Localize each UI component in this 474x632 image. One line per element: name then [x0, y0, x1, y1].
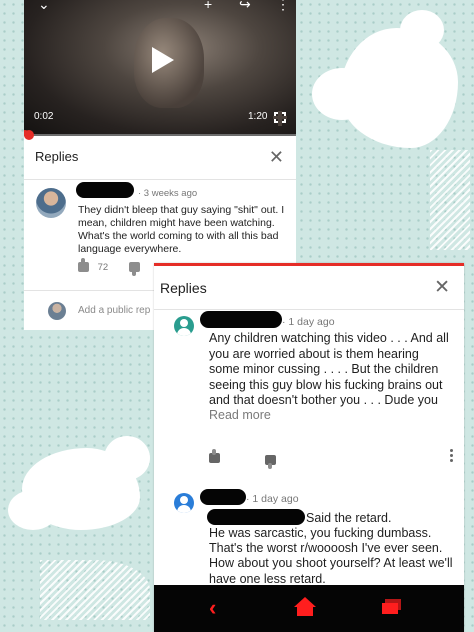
fullscreen-icon[interactable]	[273, 111, 287, 126]
read-more-link[interactable]: Read more	[209, 408, 271, 422]
thumbs-up-icon[interactable]	[78, 258, 89, 273]
avatar[interactable]	[36, 188, 66, 218]
redacted-username	[76, 182, 134, 198]
avatar[interactable]	[174, 316, 194, 336]
comment-actions: 72	[78, 258, 140, 277]
avatar[interactable]	[174, 493, 194, 513]
background-blob	[312, 10, 458, 148]
comment-timestamp: · 3 weeks ago	[138, 188, 198, 199]
reply-timestamp: · 1 day ago	[246, 493, 299, 505]
avatar	[48, 302, 66, 320]
reply-text-first-line: Said the retard.	[306, 511, 392, 525]
reply-timestamp: · 1 day ago	[282, 316, 335, 328]
progress-scrubber-edge	[24, 130, 34, 140]
like-count: 72	[97, 262, 109, 273]
thumbs-down-icon[interactable]	[128, 262, 140, 277]
screenshot-2: Replies ✕ · 1 day ago Any children watch…	[154, 263, 464, 632]
chevron-down-icon[interactable]: ⌄	[38, 0, 50, 13]
replies-title: Replies	[35, 149, 79, 164]
reply-text: He was sarcastic, you fucking dumbass. T…	[209, 526, 453, 586]
thumbs-down-icon[interactable]	[265, 455, 276, 469]
home-icon[interactable]	[294, 597, 316, 617]
close-icon[interactable]: ✕	[269, 148, 284, 166]
duration: 1:20	[248, 111, 268, 122]
add-to-queue-icon[interactable]: +	[204, 0, 212, 12]
back-icon[interactable]: ‹	[209, 595, 216, 621]
recent-apps-icon[interactable]	[382, 599, 402, 615]
video-player[interactable]: ⌄ + ↪ ⋮ 0:02 1:20	[24, 0, 296, 140]
elapsed-time: 0:02	[34, 111, 54, 122]
replies-header: Replies ✕	[154, 266, 464, 310]
reply-actions	[209, 449, 454, 469]
play-icon[interactable]	[152, 47, 174, 73]
close-icon[interactable]: ✕	[434, 278, 450, 297]
redacted-username	[200, 489, 246, 505]
more-icon[interactable]	[450, 449, 454, 464]
add-reply-input[interactable]: Add a public rep	[78, 305, 150, 316]
thumbs-up-icon[interactable]	[209, 449, 220, 463]
redacted-mention	[207, 509, 305, 525]
reply-text: Any children watching this video . . . A…	[209, 331, 449, 407]
background-hatch	[430, 150, 470, 250]
replies-title: Replies	[160, 280, 207, 296]
background-hatch	[40, 560, 150, 620]
comment-text: They didn't bleep that guy saying "shit"…	[78, 204, 285, 255]
redacted-username	[200, 311, 282, 328]
background-blob	[8, 436, 150, 530]
share-icon[interactable]: ↪	[239, 0, 251, 13]
android-nav-bar: ‹	[154, 585, 464, 632]
replies-header: Replies ✕	[24, 136, 296, 180]
video-top-icons: ⌄ + ↪ ⋮	[24, 0, 296, 12]
more-icon[interactable]: ⋮	[276, 0, 290, 13]
